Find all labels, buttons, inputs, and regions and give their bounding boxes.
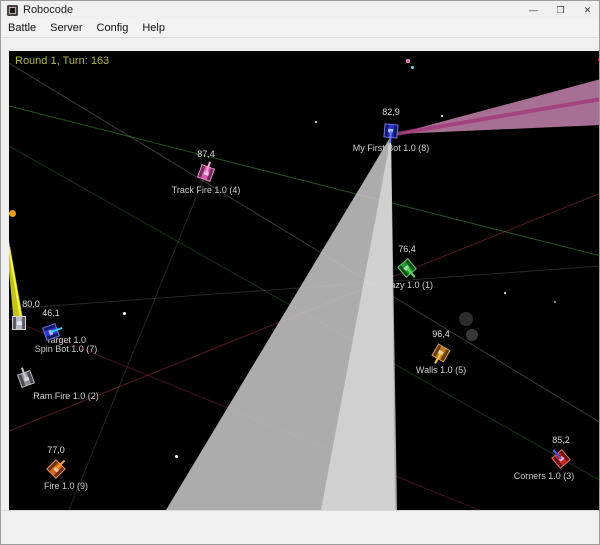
robot-name: Corners 1.0 (3): [513, 471, 575, 481]
robot-body: [397, 258, 417, 278]
bullet: [441, 115, 443, 117]
robot-energy: 82,9: [382, 107, 400, 117]
robot-tread: [393, 125, 398, 138]
titlebar: Robocode — ❐ ✕: [1, 1, 599, 19]
app-icon: [7, 4, 18, 16]
robot-body: [197, 161, 215, 182]
maximize-button[interactable]: ❐: [547, 1, 574, 19]
bullet: [315, 121, 317, 123]
bullet: [9, 210, 16, 217]
robot-name: My First Bot 1.0 (8): [352, 143, 430, 153]
robot-body: [431, 343, 451, 364]
robot-energy: 76,4: [398, 244, 416, 254]
bullet: [504, 292, 506, 294]
robot-energy: 87,4: [197, 149, 215, 159]
robot-name: Ram Fire 1.0 (2): [33, 391, 99, 401]
robot-energy: 96,4: [432, 329, 450, 339]
robots-layer: 87,4 Track Fire 1.0 (4) 82,9 My First Bot 1…: [9, 51, 599, 510]
robot-name: Spin Bot 1.0 (7): [34, 344, 98, 354]
menubar: Battle Server Config Help: [1, 19, 599, 38]
round-turn-status: Round 1, Turn: 163: [15, 55, 110, 67]
robot-name: Walls 1.0 (5): [415, 365, 467, 375]
window-title: Robocode: [23, 4, 74, 16]
menu-help[interactable]: Help: [135, 20, 172, 36]
menu-server[interactable]: Server: [43, 20, 89, 36]
robot-gun: [388, 130, 392, 144]
app-window: Robocode — ❐ ✕ Battle Server Config Help: [0, 0, 600, 545]
robot-name: Fire 1.0 (9): [43, 481, 88, 491]
robot-energy: 46,1: [42, 308, 60, 318]
robot-energy: 77,0: [47, 445, 65, 455]
bullet: [411, 66, 414, 69]
robot-energy: 85,2: [552, 435, 570, 445]
bullet: [123, 312, 126, 315]
robot-body: [46, 459, 66, 479]
robot-gun: [18, 311, 20, 323]
window-controls: — ❐ ✕: [520, 1, 599, 19]
robot-tread: [13, 317, 16, 329]
close-button[interactable]: ✕: [574, 1, 599, 19]
robot-name: Track Fire 1.0 (4): [171, 185, 241, 195]
robot-body: [551, 449, 571, 469]
battlefield: Round 1, Turn: 163 87,4 Track Fire 1.0 (4…: [9, 51, 599, 510]
menu-battle[interactable]: Battle: [1, 20, 43, 36]
robot-body: [12, 316, 26, 330]
bullet: [406, 59, 410, 63]
robot-body: [17, 367, 35, 388]
control-bar: Pause Stop Restart 0510153050100200500ma…: [1, 510, 599, 544]
minimize-button[interactable]: —: [520, 1, 547, 19]
robot-tread: [22, 317, 25, 329]
bullet: [554, 301, 556, 303]
bullet: [175, 455, 178, 458]
robot-body: [383, 123, 399, 144]
robot-name: Crazy 1.0 (1): [380, 280, 433, 290]
menu-config[interactable]: Config: [90, 20, 136, 36]
